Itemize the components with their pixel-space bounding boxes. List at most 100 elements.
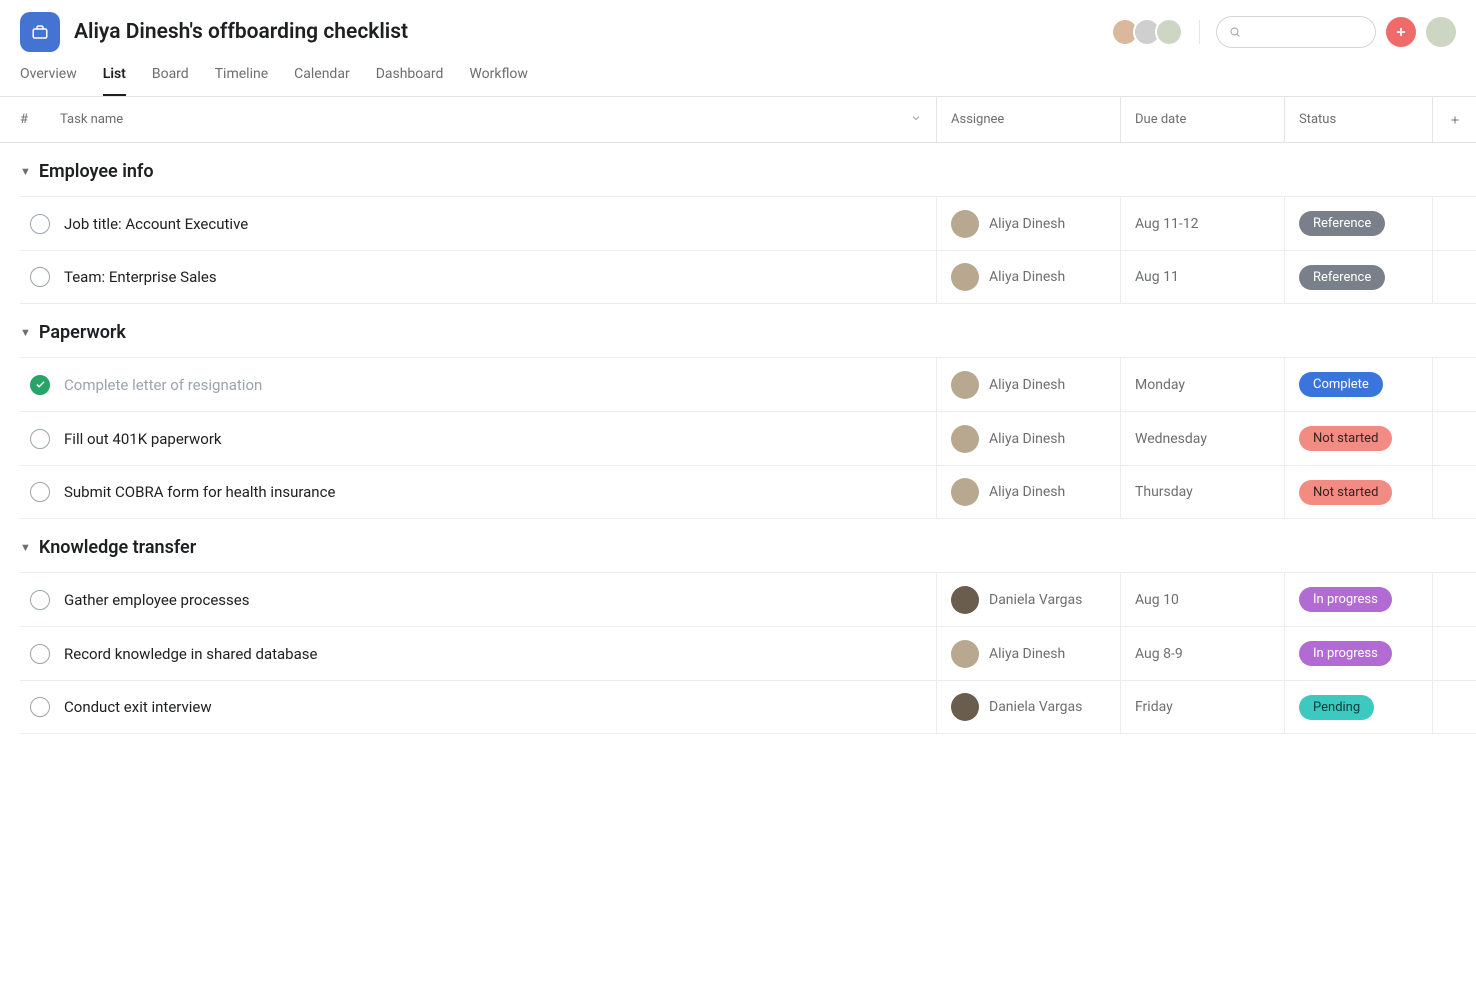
- task-row[interactable]: Team: Enterprise Sales Aliya Dinesh Aug …: [20, 250, 1476, 304]
- task-assignee[interactable]: Aliya Dinesh: [936, 466, 1120, 518]
- section-header[interactable]: ▼ Paperwork: [0, 304, 1476, 357]
- check-circle-icon[interactable]: [30, 214, 50, 234]
- task-row[interactable]: Gather employee processes Daniela Vargas…: [20, 572, 1476, 626]
- check-circle-icon[interactable]: [30, 429, 50, 449]
- tab-calendar[interactable]: Calendar: [294, 66, 350, 96]
- task-assignee[interactable]: Aliya Dinesh: [936, 412, 1120, 465]
- task-assignee[interactable]: Daniela Vargas: [936, 573, 1120, 626]
- assignee-avatar: [951, 371, 979, 399]
- tab-timeline[interactable]: Timeline: [215, 66, 268, 96]
- project-icon: [20, 12, 60, 52]
- task-due-date[interactable]: Aug 11-12: [1120, 197, 1284, 250]
- task-assignee[interactable]: Aliya Dinesh: [936, 197, 1120, 250]
- complete-toggle[interactable]: [20, 466, 60, 518]
- assignee-name: Aliya Dinesh: [989, 377, 1065, 393]
- complete-toggle[interactable]: [20, 251, 60, 303]
- assignee-name: Aliya Dinesh: [989, 484, 1065, 500]
- add-button[interactable]: [1386, 17, 1416, 47]
- view-tabs: Overview List Board Timeline Calendar Dashboa…: [0, 52, 1476, 97]
- assignee-name: Aliya Dinesh: [989, 216, 1065, 232]
- task-assignee[interactable]: Aliya Dinesh: [936, 358, 1120, 411]
- check-circle-icon[interactable]: [30, 267, 50, 287]
- task-row[interactable]: Record knowledge in shared database Aliy…: [20, 626, 1476, 680]
- task-status[interactable]: In progress: [1284, 573, 1432, 626]
- task-status[interactable]: In progress: [1284, 627, 1432, 680]
- section-header[interactable]: ▼ Knowledge transfer: [0, 519, 1476, 572]
- check-circle-icon[interactable]: [30, 375, 50, 395]
- task-assignee[interactable]: Aliya Dinesh: [936, 251, 1120, 303]
- task-name[interactable]: Team: Enterprise Sales: [60, 251, 936, 303]
- task-row[interactable]: Conduct exit interview Daniela Vargas Fr…: [20, 680, 1476, 734]
- tab-workflow[interactable]: Workflow: [469, 66, 528, 96]
- complete-toggle[interactable]: [20, 358, 60, 411]
- task-due-date[interactable]: Thursday: [1120, 466, 1284, 518]
- column-task-name[interactable]: Task name: [40, 112, 936, 128]
- member-avatar[interactable]: [1155, 18, 1183, 46]
- check-circle-icon[interactable]: [30, 590, 50, 610]
- task-due-date[interactable]: Friday: [1120, 681, 1284, 733]
- current-user-avatar[interactable]: [1426, 17, 1456, 47]
- tab-dashboard[interactable]: Dashboard: [376, 66, 444, 96]
- task-name[interactable]: Gather employee processes: [60, 573, 936, 626]
- task-extra: [1432, 251, 1476, 303]
- task-due-date[interactable]: Wednesday: [1120, 412, 1284, 465]
- section-title: Employee info: [39, 161, 154, 182]
- assignee-avatar: [951, 425, 979, 453]
- caret-down-icon[interactable]: ▼: [20, 541, 31, 554]
- task-due-date[interactable]: Aug 8-9: [1120, 627, 1284, 680]
- task-assignee[interactable]: Daniela Vargas: [936, 681, 1120, 733]
- column-due-date[interactable]: Due date: [1120, 97, 1284, 142]
- task-due-date[interactable]: Aug 10: [1120, 573, 1284, 626]
- task-assignee[interactable]: Aliya Dinesh: [936, 627, 1120, 680]
- table-header: # Task name Assignee Due date Status: [0, 97, 1476, 143]
- task-name[interactable]: Fill out 401K paperwork: [60, 412, 936, 465]
- column-assignee[interactable]: Assignee: [936, 97, 1120, 142]
- status-pill: Reference: [1299, 211, 1385, 236]
- complete-toggle[interactable]: [20, 573, 60, 626]
- task-status[interactable]: Reference: [1284, 197, 1432, 250]
- task-name[interactable]: Complete letter of resignation: [60, 358, 936, 411]
- search-box[interactable]: [1216, 16, 1376, 48]
- task-due-date[interactable]: Monday: [1120, 358, 1284, 411]
- task-name[interactable]: Submit COBRA form for health insurance: [60, 466, 936, 518]
- task-status[interactable]: Not started: [1284, 466, 1432, 518]
- task-row[interactable]: Fill out 401K paperwork Aliya Dinesh Wed…: [20, 411, 1476, 465]
- assignee-avatar: [951, 586, 979, 614]
- check-circle-icon[interactable]: [30, 644, 50, 664]
- task-status[interactable]: Pending: [1284, 681, 1432, 733]
- member-avatars[interactable]: [1111, 18, 1183, 46]
- task-name[interactable]: Record knowledge in shared database: [60, 627, 936, 680]
- caret-down-icon[interactable]: ▼: [20, 326, 31, 339]
- complete-toggle[interactable]: [20, 627, 60, 680]
- project-header: Aliya Dinesh's offboarding checklist: [0, 0, 1476, 52]
- task-status[interactable]: Complete: [1284, 358, 1432, 411]
- chevron-down-icon[interactable]: [910, 112, 922, 128]
- column-status[interactable]: Status: [1284, 97, 1432, 142]
- tab-overview[interactable]: Overview: [20, 66, 77, 96]
- check-circle-icon[interactable]: [30, 482, 50, 502]
- search-input[interactable]: [1249, 25, 1363, 40]
- project-title: Aliya Dinesh's offboarding checklist: [74, 20, 408, 44]
- tab-board[interactable]: Board: [152, 66, 189, 96]
- task-row[interactable]: Job title: Account Executive Aliya Dines…: [20, 196, 1476, 250]
- task-row[interactable]: Submit COBRA form for health insurance A…: [20, 465, 1476, 519]
- add-column-button[interactable]: [1432, 97, 1476, 142]
- complete-toggle[interactable]: [20, 412, 60, 465]
- complete-toggle[interactable]: [20, 197, 60, 250]
- task-row[interactable]: Complete letter of resignation Aliya Din…: [20, 357, 1476, 411]
- assignee-avatar: [951, 210, 979, 238]
- section-header[interactable]: ▼ Employee info: [0, 143, 1476, 196]
- check-circle-icon[interactable]: [30, 697, 50, 717]
- caret-down-icon[interactable]: ▼: [20, 165, 31, 178]
- task-due-date[interactable]: Aug 11: [1120, 251, 1284, 303]
- task-status[interactable]: Not started: [1284, 412, 1432, 465]
- task-name[interactable]: Job title: Account Executive: [60, 197, 936, 250]
- status-pill: In progress: [1299, 587, 1392, 612]
- task-name[interactable]: Conduct exit interview: [60, 681, 936, 733]
- tab-list[interactable]: List: [103, 66, 126, 96]
- task-extra: [1432, 681, 1476, 733]
- assignee-name: Aliya Dinesh: [989, 269, 1065, 285]
- complete-toggle[interactable]: [20, 681, 60, 733]
- assignee-name: Aliya Dinesh: [989, 646, 1065, 662]
- task-status[interactable]: Reference: [1284, 251, 1432, 303]
